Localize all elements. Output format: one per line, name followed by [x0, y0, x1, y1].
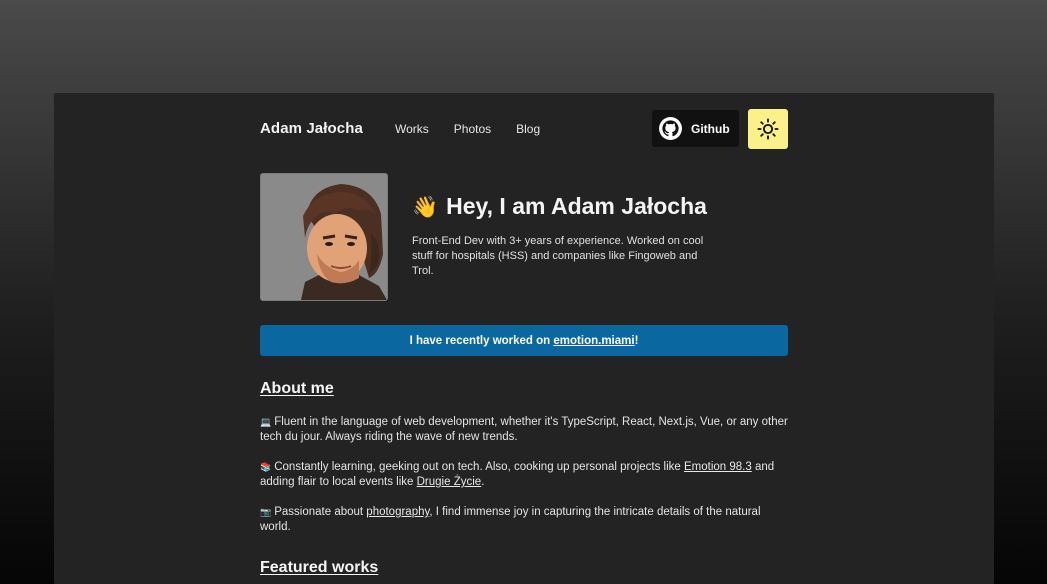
- laptop-icon: 💻: [260, 417, 272, 427]
- nav-link-works[interactable]: Works: [395, 122, 429, 136]
- about-p1-text: Fluent in the language of web developmen…: [260, 416, 788, 443]
- camera-icon: 📷: [260, 507, 272, 517]
- photography-link[interactable]: photography: [366, 506, 429, 518]
- featured-works-heading: Featured works: [260, 559, 379, 576]
- page-content: Adam Jałocha Works Photos Blog Github 👋 …: [260, 93, 788, 576]
- hero-description: Front-End Dev with 3+ years of experienc…: [412, 235, 704, 277]
- github-icon: [659, 117, 682, 140]
- github-button[interactable]: Github: [652, 110, 739, 147]
- recent-work-banner: I have recently worked on emotion.miami!: [260, 325, 788, 356]
- about-p3-before: Passionate about: [274, 506, 367, 518]
- browser-window: Adam Jałocha Works Photos Blog Github 👋 …: [54, 93, 994, 584]
- nav-links: Works Photos Blog: [395, 122, 565, 136]
- banner-prefix: I have recently worked on: [409, 334, 554, 347]
- books-icon: 📚: [260, 462, 272, 472]
- nav-link-photos[interactable]: Photos: [454, 122, 491, 136]
- waving-hand-icon: 👋: [412, 196, 439, 219]
- about-paragraph-1: 💻 Fluent in the language of web developme…: [260, 415, 788, 445]
- drugie-zycie-link[interactable]: Drugie Życie: [417, 476, 482, 488]
- about-paragraph-2: 📚 Constantly learning, geeking out on tec…: [260, 460, 788, 490]
- avatar: [260, 173, 388, 301]
- hero-title-text: Hey, I am Adam Jałocha: [446, 193, 707, 219]
- nav-link-blog[interactable]: Blog: [516, 122, 540, 136]
- theme-toggle-button[interactable]: [748, 109, 788, 149]
- site-brand[interactable]: Adam Jałocha: [260, 120, 363, 137]
- about-heading: About me: [260, 380, 334, 397]
- about-p2-after: .: [481, 476, 485, 488]
- sun-icon: [757, 118, 779, 140]
- emotion-miami-link[interactable]: emotion.miami: [553, 335, 634, 347]
- site-header: Adam Jałocha Works Photos Blog Github: [260, 93, 788, 165]
- emotion-983-link[interactable]: Emotion 98.3: [684, 461, 752, 473]
- about-p2-before: Constantly learning, geeking out on tech…: [274, 461, 684, 473]
- banner-suffix: !: [634, 334, 639, 347]
- avatar-portrait-image: [261, 174, 387, 300]
- github-label: Github: [691, 121, 730, 136]
- hero-section: 👋 Hey, I am Adam Jałocha Front-End Dev wi…: [260, 165, 788, 317]
- about-paragraph-3: 📷 Passionate about photography, I find im…: [260, 505, 788, 535]
- hero-title: 👋 Hey, I am Adam Jałocha: [412, 193, 707, 220]
